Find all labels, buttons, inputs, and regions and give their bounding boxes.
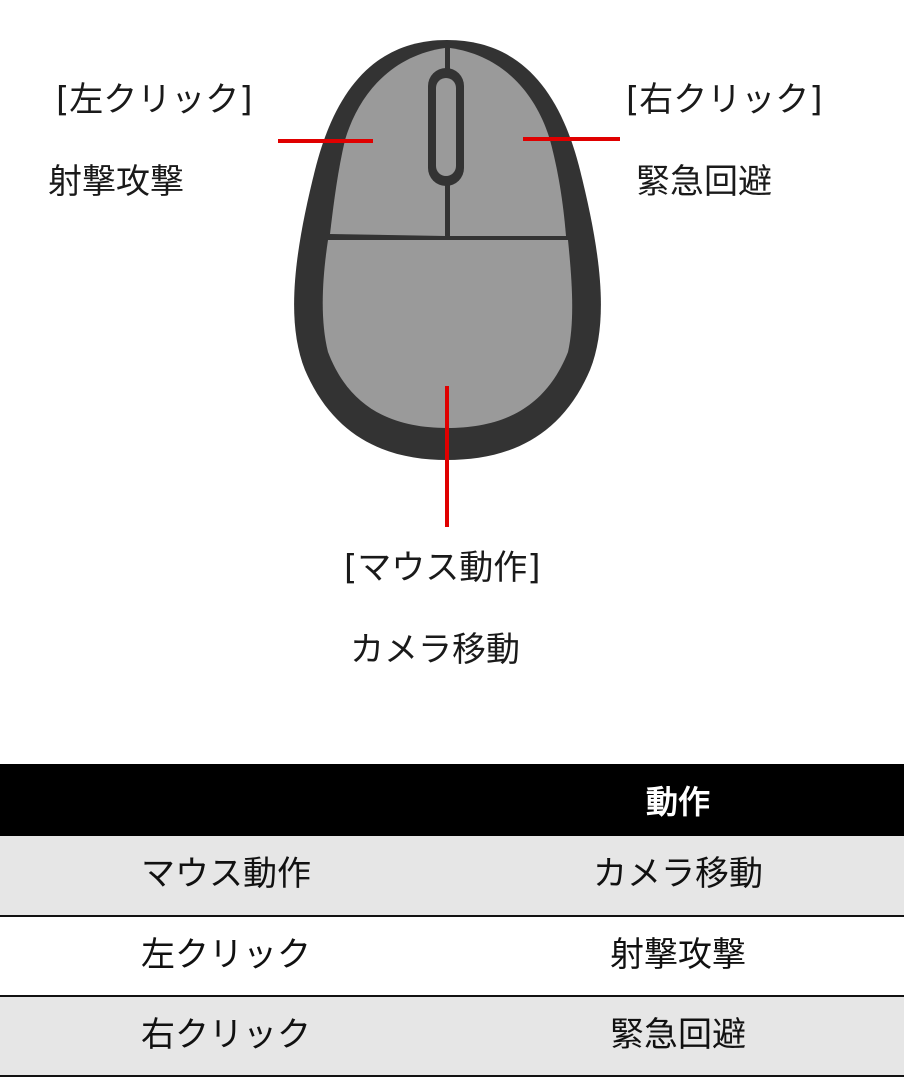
controls-table: 動作 マウス動作 カメラ移動 左クリック 射撃攻撃 右クリック 緊急回避 xyxy=(0,764,904,1077)
left-click-action: 射撃攻撃 xyxy=(48,162,184,202)
header-input xyxy=(0,764,452,836)
table-cell-action: 射撃攻撃 xyxy=(452,916,904,997)
right-click-label: [右クリック] xyxy=(626,80,823,120)
table-cell-input: マウス動作 xyxy=(0,836,452,917)
mouse-move-action: カメラ移動 xyxy=(350,630,520,670)
table-row: 左クリック 射撃攻撃 xyxy=(0,916,904,997)
table-header-row: 動作 xyxy=(0,764,904,836)
table-cell-input: 左クリック xyxy=(0,916,452,997)
table-cell-input: 右クリック xyxy=(0,996,452,1077)
table-row: マウス動作 カメラ移動 xyxy=(0,836,904,917)
mouse-controls-diagram: [左クリック] 射撃攻撃 [右クリック] 緊急回避 [マウス動作] カメラ移動 xyxy=(0,0,904,700)
table-cell-action: 緊急回避 xyxy=(452,996,904,1077)
table-row: 右クリック 緊急回避 xyxy=(0,996,904,1077)
right-button-area xyxy=(450,48,566,236)
table-cell-action: カメラ移動 xyxy=(452,836,904,917)
right-click-action: 緊急回避 xyxy=(636,162,772,202)
header-action: 動作 xyxy=(452,764,904,836)
mouse-move-label: [マウス動作] xyxy=(344,548,541,588)
left-click-label: [左クリック] xyxy=(56,80,253,120)
